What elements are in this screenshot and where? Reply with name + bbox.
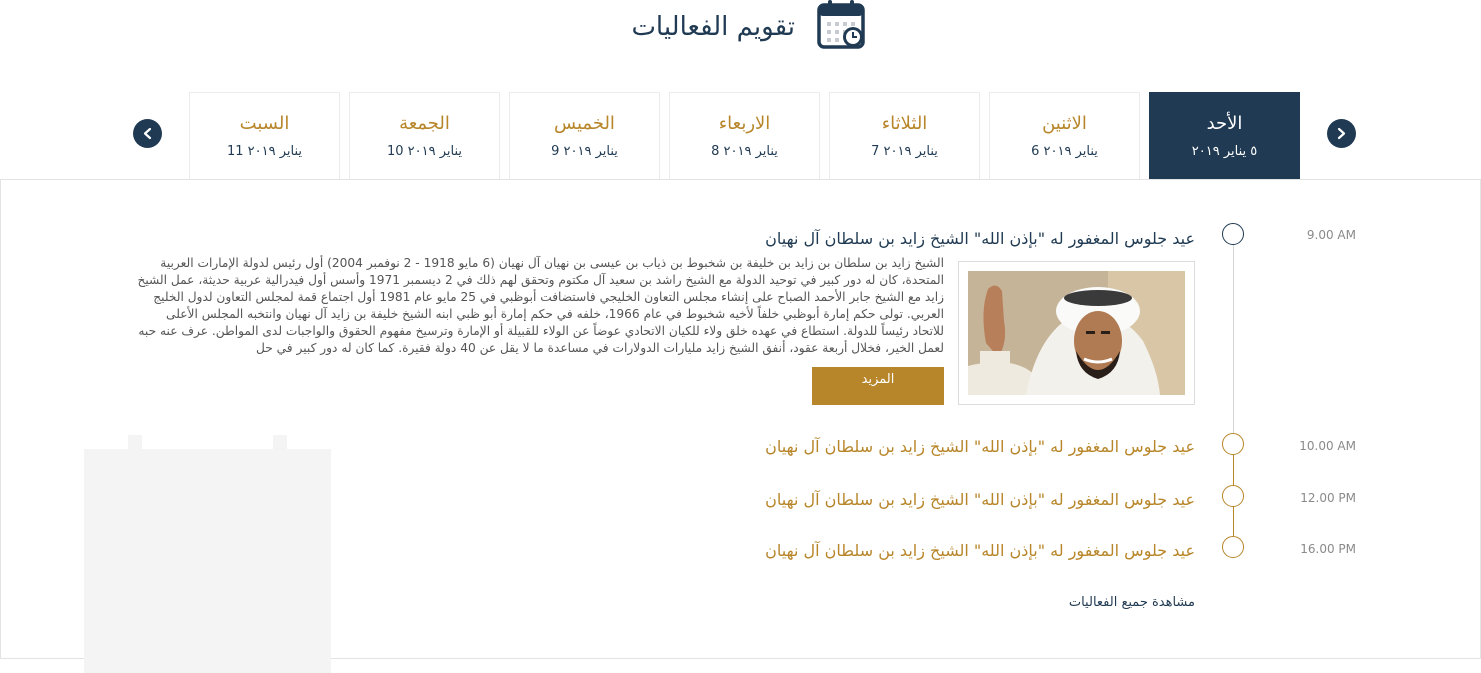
event-title[interactable]: عيد جلوس المغفور له "بإذن الله" الشيخ زا… bbox=[765, 229, 1195, 248]
page-title: تقويم الفعاليات bbox=[631, 12, 795, 42]
day-tab-tuesday[interactable]: الثلاثاء يناير ٢٠١٩ 7 bbox=[829, 92, 980, 180]
day-name: السبت bbox=[239, 113, 290, 134]
event-image-frame bbox=[958, 261, 1195, 405]
timeline-dot bbox=[1222, 223, 1244, 245]
more-button[interactable]: المزيد bbox=[812, 367, 944, 405]
day-tab-thursday[interactable]: الخميس يناير ٢٠١٩ 9 bbox=[509, 92, 660, 180]
event-description: الشيخ زايد بن سلطان بن زايد بن خليفة بن … bbox=[137, 256, 944, 356]
event-time: 16.00 PM bbox=[1300, 542, 1356, 556]
chevron-left-icon bbox=[143, 127, 152, 140]
day-date: يناير ٢٠١٩ 8 bbox=[711, 144, 778, 159]
image-placeholder bbox=[84, 449, 331, 673]
previous-days-button[interactable] bbox=[1327, 119, 1356, 148]
event-time: 10.00 AM bbox=[1299, 439, 1356, 453]
day-tab-wednesday[interactable]: الاربعاء يناير ٢٠١٩ 8 bbox=[669, 92, 820, 180]
event-title[interactable]: عيد جلوس المغفور له "بإذن الله" الشيخ زا… bbox=[765, 541, 1195, 560]
day-date: ٥ يناير ٢٠١٩ bbox=[1191, 144, 1258, 159]
day-name: الأحد bbox=[1206, 113, 1243, 134]
timeline-dot bbox=[1222, 485, 1244, 507]
day-name: الاربعاء bbox=[718, 113, 771, 134]
event-title[interactable]: عيد جلوس المغفور له "بإذن الله" الشيخ زا… bbox=[765, 437, 1195, 456]
day-date: يناير ٢٠١٩ 10 bbox=[386, 144, 463, 159]
day-name: الجمعة bbox=[399, 113, 450, 134]
timeline-dot bbox=[1222, 433, 1244, 455]
chevron-right-icon bbox=[1337, 127, 1346, 140]
day-tab-monday[interactable]: الاثنين يناير ٢٠١٩ 6 bbox=[989, 92, 1140, 180]
day-date: يناير ٢٠١٩ 11 bbox=[226, 144, 303, 159]
day-date: يناير ٢٠١٩ 9 bbox=[551, 144, 618, 159]
day-name: الثلاثاء bbox=[881, 113, 928, 134]
day-tab-saturday[interactable]: السبت يناير ٢٠١٩ 11 bbox=[189, 92, 340, 180]
calendar-clock-icon bbox=[817, 0, 865, 49]
day-date: يناير ٢٠١٩ 6 bbox=[1031, 144, 1098, 159]
event-time: 9.00 AM bbox=[1306, 228, 1356, 242]
event-time: 12.00 PM bbox=[1300, 491, 1356, 505]
day-name: الاثنين bbox=[1042, 113, 1087, 134]
event-title[interactable]: عيد جلوس المغفور له "بإذن الله" الشيخ زا… bbox=[765, 490, 1195, 509]
page-header: تقويم الفعاليات bbox=[0, 0, 1481, 60]
view-all-events-link[interactable]: مشاهدة جميع الفعاليات bbox=[1069, 595, 1195, 610]
day-tab-sunday[interactable]: الأحد ٥ يناير ٢٠١٩ bbox=[1149, 92, 1300, 180]
next-days-button[interactable] bbox=[133, 119, 162, 148]
day-tab-friday[interactable]: الجمعة يناير ٢٠١٩ 10 bbox=[349, 92, 500, 180]
timeline-dot bbox=[1222, 536, 1244, 558]
day-name: الخميس bbox=[554, 113, 615, 134]
event-photo[interactable] bbox=[968, 271, 1185, 395]
day-date: يناير ٢٠١٩ 7 bbox=[871, 144, 938, 159]
